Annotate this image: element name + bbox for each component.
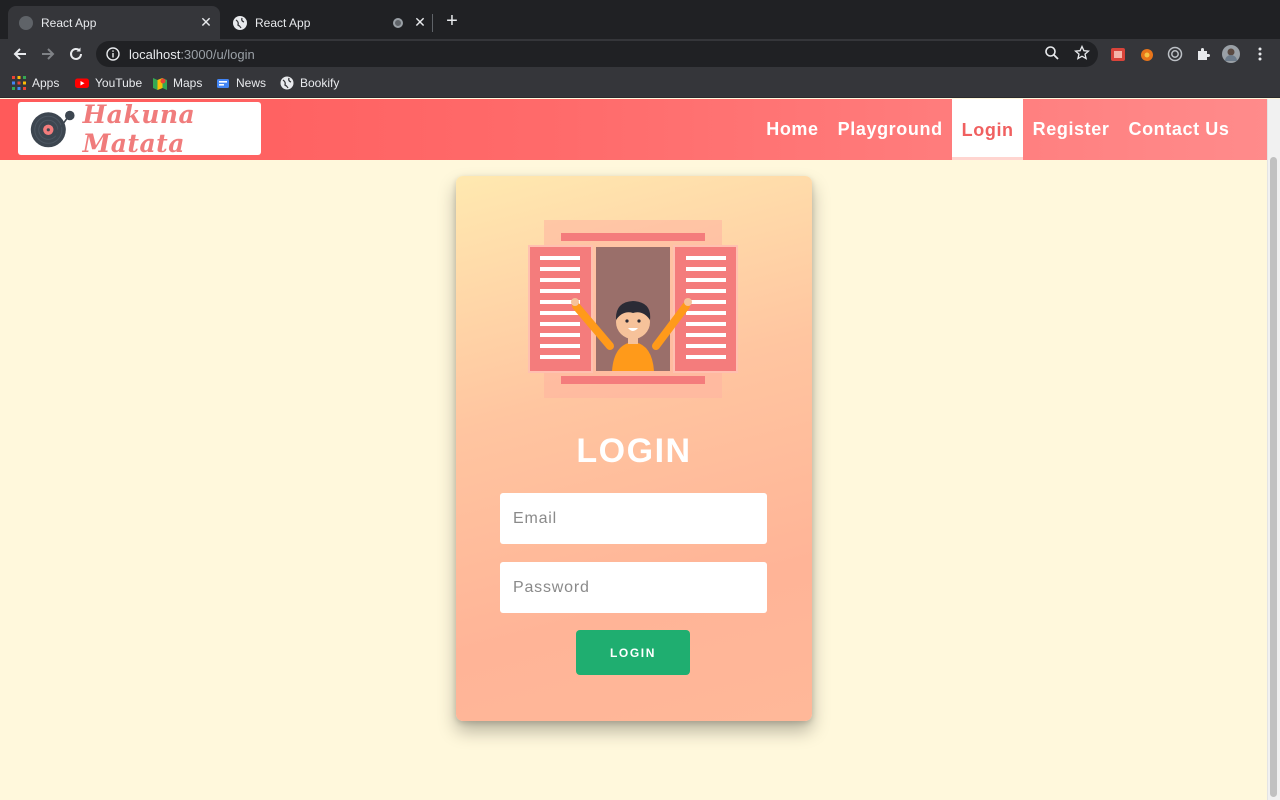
tab-favicon-icon	[19, 15, 33, 30]
bookmark-label: YouTube	[95, 76, 143, 90]
url-path: :3000/u/login	[180, 46, 255, 62]
browser-tab-active[interactable]: React App ✕	[8, 6, 220, 39]
apps-grid-icon	[12, 76, 26, 90]
browser-tab-inactive[interactable]: React App ✕	[222, 6, 434, 39]
browser-toolbar: localhost:3000/u/login	[0, 39, 1280, 68]
login-button[interactable]: LOGIN	[576, 630, 690, 675]
address-bar[interactable]: localhost:3000/u/login	[96, 41, 1098, 67]
page-viewport: Hakuna Matata Home Playground Login Regi…	[0, 99, 1280, 800]
nav-playground[interactable]: Playground	[828, 99, 952, 160]
youtube-icon	[75, 78, 89, 88]
new-tab-icon[interactable]: +	[443, 11, 461, 31]
globe-icon	[233, 15, 247, 30]
site-info-icon[interactable]	[106, 47, 120, 61]
bookmark-label: Apps	[32, 76, 60, 90]
logo-text: Hakuna Matata	[82, 99, 196, 158]
bookmark-label: Maps	[173, 76, 203, 90]
url-host: localhost	[129, 46, 181, 62]
extension-red-icon[interactable]	[1109, 45, 1127, 63]
maps-icon	[153, 78, 167, 90]
tab-title: React App	[41, 15, 97, 30]
bookmark-news[interactable]: News	[216, 75, 266, 91]
bookmarks-bar: Apps YouTube Maps News Bookify	[0, 68, 1280, 98]
site-navbar: Hakuna Matata Home Playground Login Regi…	[0, 99, 1267, 160]
nav-contact-us[interactable]: Contact Us	[1119, 99, 1239, 160]
nav-register[interactable]: Register	[1023, 99, 1119, 160]
login-card: LOGIN LOGIN	[456, 176, 812, 721]
extension-fox-icon[interactable]	[1138, 45, 1156, 63]
login-title: LOGIN	[576, 432, 692, 470]
window-welcome-illustration	[528, 220, 738, 398]
tab-separator	[432, 14, 433, 32]
browser-tab-strip: React App ✕ React App ✕ +	[0, 0, 1280, 39]
bookmark-star-icon[interactable]	[1074, 45, 1090, 61]
scrollbar-thumb[interactable]	[1270, 157, 1277, 797]
tab-close-icon[interactable]: ✕	[198, 14, 214, 31]
nav-login[interactable]: Login	[952, 99, 1024, 160]
nav-links: Home Playground Login Register Contact U…	[757, 99, 1239, 160]
nav-home[interactable]: Home	[757, 99, 828, 160]
back-arrow-icon[interactable]	[9, 43, 31, 65]
email-field[interactable]	[500, 493, 767, 544]
globe-icon	[280, 76, 294, 90]
browser-menu-icon[interactable]	[1251, 45, 1269, 63]
bookmark-apps[interactable]: Apps	[12, 75, 59, 91]
news-icon	[217, 79, 229, 88]
bookmark-label: Bookify	[300, 76, 340, 90]
site-logo[interactable]: Hakuna Matata	[18, 99, 261, 158]
zoom-search-icon[interactable]	[1044, 45, 1060, 61]
reload-icon[interactable]	[65, 43, 87, 65]
tab-title: React App	[255, 15, 311, 30]
bookmark-youtube[interactable]: YouTube	[75, 75, 142, 91]
profile-avatar[interactable]	[1222, 45, 1240, 63]
extensions-puzzle-icon[interactable]	[1194, 45, 1212, 63]
extension-circle-icon[interactable]	[1166, 45, 1184, 63]
forward-arrow-icon[interactable]	[37, 43, 59, 65]
bookmark-label: News	[236, 76, 267, 90]
bookmark-maps[interactable]: Maps	[153, 75, 202, 91]
vinyl-record-icon	[30, 110, 75, 147]
password-field[interactable]	[500, 562, 767, 613]
page-scrollbar[interactable]	[1267, 99, 1280, 800]
bookmark-bookify[interactable]: Bookify	[280, 75, 339, 91]
recording-indicator-icon	[393, 17, 403, 28]
tab-close-icon[interactable]: ✕	[412, 14, 428, 31]
